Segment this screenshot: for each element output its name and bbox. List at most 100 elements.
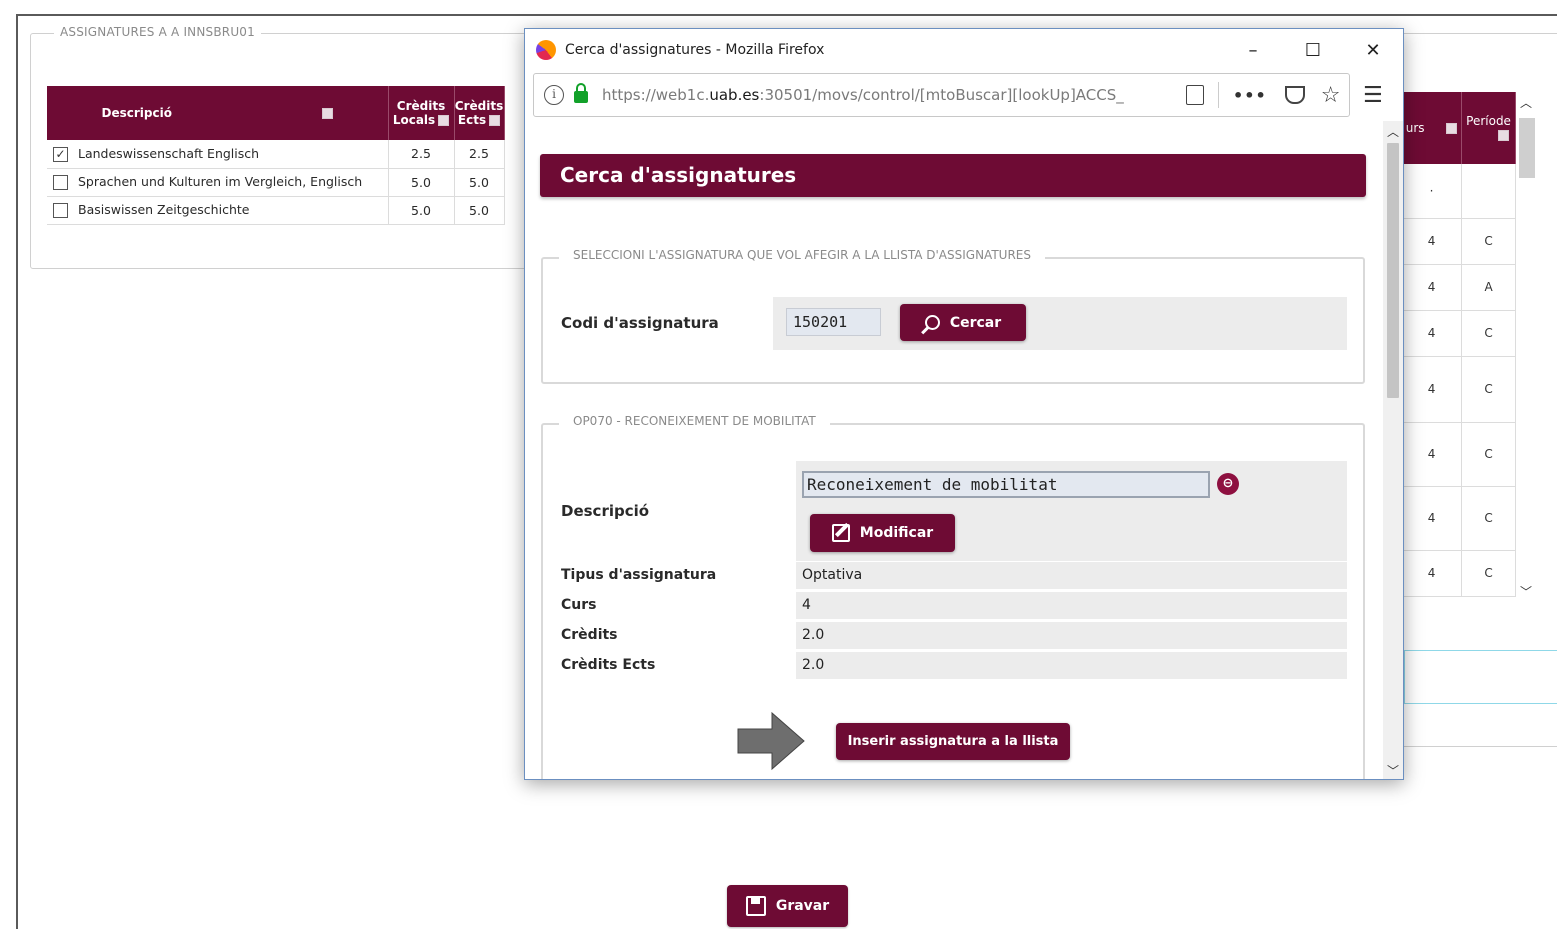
result-legend: OP070 - RECONEIXEMENT DE MOBILITAT [559,414,830,428]
modify-button[interactable]: Modificar [810,514,955,552]
cell: C [1461,310,1516,357]
cell: 4 [1402,422,1463,487]
search-legend: SELECCIONI L'ASSIGNATURA QUE VOL AFEGIR … [559,248,1045,262]
cell: C [1461,218,1516,265]
scroll-up-icon[interactable]: ︿ [1387,123,1399,140]
row-description: Basiswissen Zeitgeschichte [78,202,250,217]
col-header-description[interactable]: Descripció [47,86,389,140]
row-checkbox[interactable] [53,175,68,190]
sort-icon[interactable] [438,115,450,126]
close-button[interactable]: ✕ [1343,40,1403,61]
row-description: Landeswissenschaft Englisch [78,145,260,161]
table-row: 4C [1402,356,1516,423]
table-row: ✓ Landeswissenschaft Englisch 2.5 2.5 [47,140,505,169]
subjects-legend: ASSIGNATURES A A INNSBRU01 [54,25,261,39]
clear-icon[interactable]: ⊖ [1217,473,1239,495]
cell: · [1402,164,1463,219]
table-row: 4C [1402,422,1516,487]
cell: C [1461,550,1516,597]
search-button-label: Cercar [949,314,1002,331]
row-checkbox[interactable] [53,203,68,218]
table-row: 4C [1402,218,1516,265]
row-ects-credits: 2.5 [454,140,505,169]
row-ects-credits: 5.0 [454,168,505,197]
modify-button-label: Modificar [859,525,934,541]
cell: C [1461,422,1516,487]
table-row: Basiswissen Zeitgeschichte 5.0 5.0 [47,196,505,225]
divider [1404,33,1557,34]
table-row: 4C [1402,550,1516,597]
cell: C [1461,356,1516,423]
subjects-table: Descripció Crèdits Locals Crèdits Ects ✓… [47,86,505,225]
sort-icon[interactable] [1446,123,1458,134]
field-label-credits: Crèdits [561,627,618,643]
row-local-credits: 5.0 [388,196,455,225]
more-actions-icon[interactable]: ••• [1233,86,1267,105]
table-row: 4C [1402,310,1516,357]
right-table: urs Període · 4C 4A 4C 4C 4C 4C 4C [1402,92,1516,597]
field-label-course: Curs [561,597,597,613]
row-checkbox[interactable]: ✓ [53,146,68,162]
arrow-right-icon [737,711,805,771]
table-row: 4A [1402,264,1516,311]
cell: 4 [1402,264,1463,311]
field-value-course: 4 [796,592,1347,619]
table-row: 4C [1402,486,1516,551]
firefox-logo-icon [536,40,556,60]
cell: C [1461,486,1516,551]
minimize-button[interactable]: – [1223,40,1283,61]
col-header-course[interactable]: urs [1402,92,1463,164]
divider [1404,746,1557,747]
right-table-scrollbar[interactable]: ︿ ﹀ [1516,92,1538,602]
insert-button-label: Inserir assignatura a la llista [847,734,1059,749]
window-title: Cerca d'assignatures - Mozilla Firefox [565,42,825,58]
row-description: Sprachen und Kulturen im Vergleich, Engl… [78,174,363,189]
pocket-icon[interactable] [1284,86,1305,104]
reader-view-icon[interactable] [1186,85,1204,105]
insert-subject-button[interactable]: Inserir assignatura a la llista [836,723,1070,760]
field-label-type: Tipus d'assignatura [561,567,717,583]
code-label: Codi d'assignatura [561,314,719,332]
scroll-thumb[interactable] [1519,118,1535,178]
save-icon [745,896,766,916]
code-input[interactable]: 150201 [786,308,881,336]
scroll-thumb[interactable] [1387,143,1399,398]
cell: 4 [1402,218,1463,265]
search-icon [924,315,940,330]
lock-icon[interactable] [574,83,588,103]
col-header-ects-credits[interactable]: Crèdits Ects [454,86,505,140]
hamburger-menu-icon[interactable]: ☰ [1363,83,1383,108]
scroll-down-icon[interactable]: ﹀ [1387,762,1399,779]
row-ects-credits: 5.0 [454,196,505,225]
url-bar[interactable]: i https://web1c.uab.es:30501/movs/contro… [533,73,1350,117]
col-header-local-credits[interactable]: Crèdits Locals [388,86,455,140]
row-local-credits: 2.5 [388,140,455,169]
description-label: Descripció [561,502,650,520]
save-button[interactable]: Gravar [727,885,848,927]
scroll-down-icon[interactable]: ﹀ [1520,583,1532,600]
url-text[interactable]: https://web1c.uab.es:30501/movs/control/… [602,86,1182,104]
info-icon[interactable]: i [544,85,564,105]
search-button[interactable]: Cercar [900,304,1026,341]
cell: A [1461,264,1516,311]
field-value-type: Optativa [796,562,1347,589]
scroll-up-icon[interactable]: ︿ [1520,94,1532,111]
input-box[interactable] [1404,650,1557,704]
sort-icon[interactable] [1498,130,1510,141]
bookmark-star-icon[interactable]: ☆ [1321,83,1341,108]
window-titlebar[interactable]: Cerca d'assignatures - Mozilla Firefox –… [525,29,1403,71]
field-value-credits: 2.0 [796,622,1347,649]
col-header-period[interactable]: Període [1461,92,1516,164]
divider [1218,82,1219,108]
popup-scrollbar[interactable]: ︿ ﹀ [1383,121,1403,779]
table-row: · [1402,164,1516,219]
cell: 4 [1402,356,1463,423]
maximize-button[interactable]: ☐ [1283,40,1343,61]
row-local-credits: 5.0 [388,168,455,197]
sort-icon[interactable] [489,115,501,126]
page-content: Cerca d'assignatures SELECCIONI L'ASSIGN… [525,121,1383,779]
table-row: Sprachen und Kulturen im Vergleich, Engl… [47,168,505,197]
description-input[interactable]: Reconeixement de mobilitat [802,471,1210,498]
sort-icon[interactable] [321,108,333,119]
field-label-ects: Crèdits Ects [561,657,656,673]
